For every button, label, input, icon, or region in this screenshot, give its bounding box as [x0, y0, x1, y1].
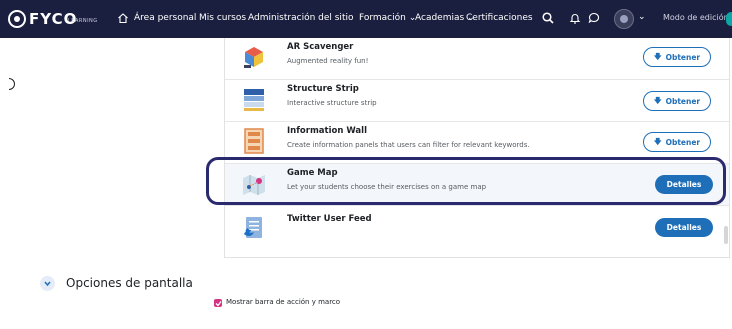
- download-icon: 🡇: [653, 136, 662, 146]
- logo-subtitle: LEARNING: [68, 18, 98, 24]
- download-icon: 🡇: [653, 95, 662, 105]
- nav-academias-label: Academias: [415, 13, 465, 23]
- list-item: AR Scavenger Augmented reality fun! 🡇 Ob…: [225, 38, 729, 80]
- search-icon[interactable]: [541, 11, 555, 25]
- nav-administracion[interactable]: Administración del sitio: [248, 13, 353, 23]
- edit-mode-toggle[interactable]: [726, 12, 732, 26]
- logo-ring-icon: [8, 10, 26, 28]
- nav-area-personal[interactable]: Área personal: [134, 13, 196, 23]
- scrollbar-handle[interactable]: [724, 226, 728, 244]
- plugin-title: Twitter User Feed: [287, 214, 372, 224]
- chat-icon[interactable]: [587, 11, 601, 25]
- expand-options-button[interactable]: [40, 276, 55, 291]
- button-label: Obtener: [665, 52, 701, 62]
- check-icon: [215, 300, 222, 306]
- action-bar-checkbox[interactable]: [214, 299, 222, 307]
- obtener-button[interactable]: 🡇 Obtener: [643, 47, 711, 67]
- plugin-description: Interactive structure strip: [287, 99, 377, 107]
- plugin-title: Information Wall: [287, 126, 367, 136]
- home-icon[interactable]: [117, 12, 129, 24]
- highlight-outline: [206, 157, 726, 205]
- plugin-list: AR Scavenger Augmented reality fun! 🡇 Ob…: [224, 38, 730, 258]
- plugin-description: Create information panels that users can…: [287, 141, 530, 149]
- detalles-button[interactable]: Detalles: [655, 218, 713, 237]
- nav-certificaciones[interactable]: Certificaciones: [466, 13, 533, 23]
- nav-mis-cursos[interactable]: Mis cursos: [199, 13, 246, 23]
- obtener-button[interactable]: 🡇 Obtener: [643, 132, 711, 152]
- information-wall-icon: [244, 128, 264, 154]
- obtener-button[interactable]: 🡇 Obtener: [643, 91, 711, 111]
- screen-options-title: Opciones de pantalla: [66, 276, 193, 290]
- list-item: Twitter User Feed Detalles: [225, 206, 729, 258]
- checkbox-label: Mostrar barra de acción y marco: [226, 298, 341, 306]
- user-avatar[interactable]: [614, 9, 634, 29]
- nav-formacion[interactable]: Formación ⌄: [359, 13, 416, 23]
- chevron-down-icon[interactable]: ⌄: [638, 12, 646, 22]
- list-item: Structure Strip Interactive structure st…: [225, 80, 729, 122]
- top-navbar: FYCO LEARNING Área personal Mis cursos A…: [0, 0, 732, 38]
- ar-cube-icon: [244, 47, 263, 68]
- bell-icon[interactable]: [568, 11, 582, 25]
- download-icon: 🡇: [653, 51, 662, 61]
- edit-mode-label: Modo de edición: [663, 13, 729, 22]
- button-label: Obtener: [665, 96, 701, 106]
- structure-strip-icon: [244, 89, 264, 111]
- plugin-title: AR Scavenger: [287, 42, 354, 52]
- nav-formacion-label: Formación: [359, 13, 406, 23]
- button-label: Obtener: [665, 137, 701, 147]
- chevron-down-icon: [44, 281, 51, 287]
- fyco-logo[interactable]: FYCO: [8, 7, 77, 31]
- drawer-toggle[interactable]: [9, 78, 15, 90]
- twitter-feed-icon: [244, 217, 262, 238]
- plugin-title: Structure Strip: [287, 84, 359, 94]
- plugin-description: Augmented reality fun!: [287, 57, 369, 65]
